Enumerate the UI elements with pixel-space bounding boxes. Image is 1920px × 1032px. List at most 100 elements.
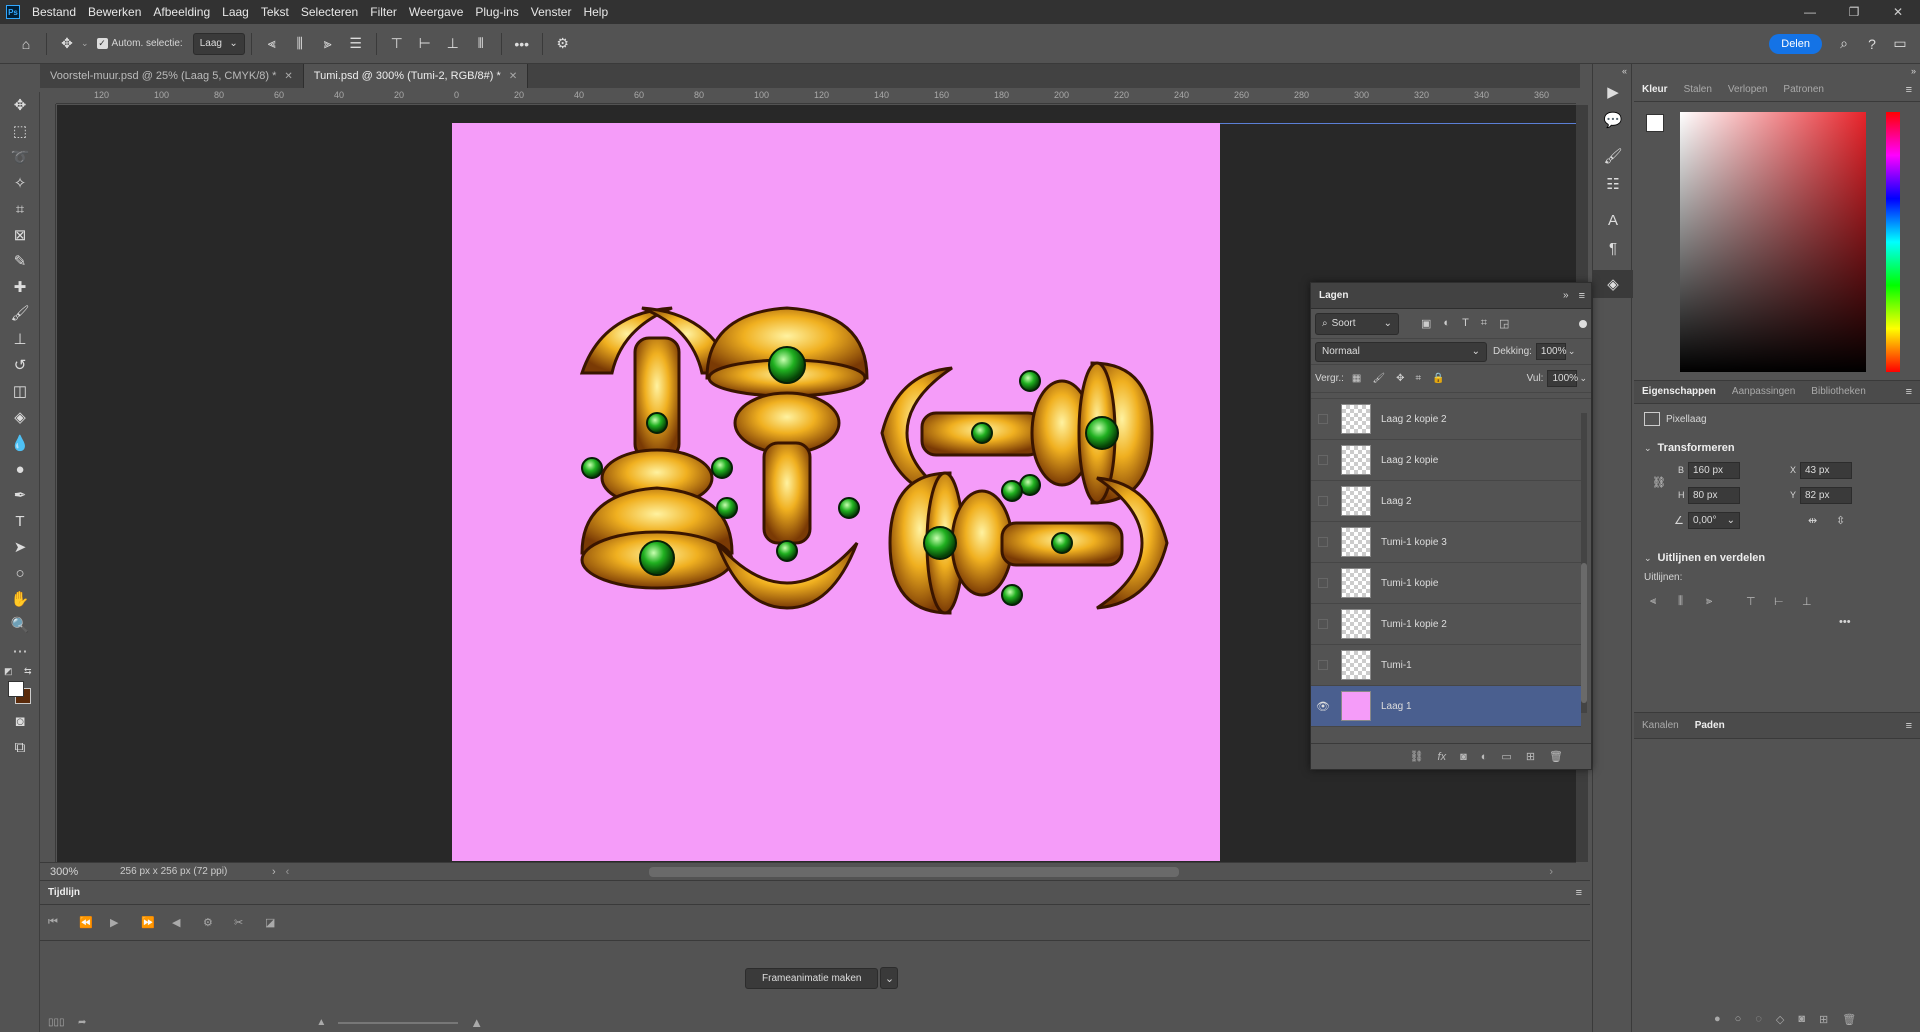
frame-tool-icon[interactable]: ⊠	[0, 222, 40, 248]
gear-icon[interactable]: ⚙	[549, 30, 577, 58]
adjustments-icon[interactable]: ☷	[1593, 170, 1633, 198]
move-tool-icon[interactable]: ✥	[53, 30, 81, 58]
filter-pixel-icon[interactable]: ▣	[1421, 317, 1431, 330]
layer-row[interactable]: Tumi-1	[1311, 645, 1581, 686]
menu-item[interactable]: Plug-ins	[469, 0, 524, 24]
settings-icon[interactable]: ⚙	[203, 916, 234, 929]
panel-tab[interactable]: Eigenschappen	[1634, 380, 1724, 404]
scroll-right-icon[interactable]: ›	[1549, 866, 1553, 878]
visibility-toggle[interactable]	[1318, 578, 1328, 588]
layer-row[interactable]: Tumi-1 kopie 3	[1311, 522, 1581, 563]
fill-field[interactable]: 100%	[1547, 370, 1578, 387]
layer-row[interactable]: Tumi-1 kopie	[1311, 563, 1581, 604]
visibility-toggle[interactable]	[1318, 496, 1328, 506]
make-path-icon[interactable]: ◇	[1776, 1013, 1784, 1026]
layer-row[interactable]: Laag 2 kopie	[1311, 440, 1581, 481]
lock-transparent-icon[interactable]: ▦	[1352, 373, 1361, 384]
panel-menu-icon[interactable]: ≡	[1906, 720, 1912, 732]
new-path-icon[interactable]: ⊞	[1819, 1013, 1828, 1026]
distribute-vertical-icon[interactable]: ⫴	[467, 30, 495, 58]
default-colors-icon[interactable]: ◩	[4, 666, 13, 677]
load-selection-icon[interactable]: ◌	[1755, 1013, 1762, 1026]
align-bottom-icon[interactable]: ⊥	[439, 30, 467, 58]
auto-select-dropdown[interactable]: Laag ⌄	[192, 32, 245, 55]
zoom-tool-icon[interactable]: 🔍	[0, 612, 40, 638]
first-frame-icon[interactable]: ⏮	[48, 916, 79, 929]
zoom-in-icon[interactable]: ▲	[470, 1015, 483, 1030]
stroke-path-icon[interactable]: ○	[1735, 1013, 1742, 1026]
share-button[interactable]: Delen	[1769, 33, 1822, 54]
lock-position-icon[interactable]: ✥	[1396, 373, 1404, 384]
filter-type-icon[interactable]: T	[1462, 317, 1469, 330]
panel-tab[interactable]: Kanalen	[1634, 714, 1687, 738]
y-field[interactable]: 82 px	[1800, 487, 1852, 504]
type-tool-icon[interactable]: T	[0, 508, 40, 534]
angle-field[interactable]: 0,00° ⌄	[1688, 512, 1740, 529]
tool-preset-chevron-icon[interactable]: ⌄	[81, 38, 89, 49]
move-tool-icon[interactable]: ✥	[0, 92, 40, 118]
prev-frame-icon[interactable]: ⏪	[79, 916, 110, 929]
collapse-icon[interactable]: »	[1563, 290, 1569, 301]
layer-filter-dropdown[interactable]: ⌕ Soort ⌄	[1315, 312, 1399, 335]
zoom-level[interactable]: 300%	[50, 866, 110, 878]
x-field[interactable]: 43 px	[1800, 462, 1852, 479]
lock-artboard-icon[interactable]: ⌗	[1415, 373, 1421, 384]
panel-menu-icon[interactable]: ≡	[1579, 290, 1585, 302]
layer-row[interactable]: Laag 2 kopie 2	[1311, 399, 1581, 440]
quick-mask-icon[interactable]: ◙	[0, 708, 40, 734]
document-tab[interactable]: Voorstel-muur.psd @ 25% (Laag 5, CMYK/8)…	[40, 64, 304, 88]
align-right-icon[interactable]: ⫸	[314, 30, 342, 58]
edit-toolbar-icon[interactable]: ⋯	[0, 638, 40, 664]
fx-icon[interactable]: fx	[1438, 751, 1447, 763]
timeline-title[interactable]: Tijdlijn	[40, 881, 88, 905]
layer-row[interactable]: Tumi-1 kopie 2	[1311, 604, 1581, 645]
pen-tool-icon[interactable]: ✒	[0, 482, 40, 508]
filter-adjustment-icon[interactable]: ◐	[1443, 317, 1450, 330]
close-icon[interactable]: ✕	[1876, 0, 1920, 24]
path-selection-tool-icon[interactable]: ➤	[0, 534, 40, 560]
panel-tab[interactable]: Stalen	[1676, 78, 1720, 102]
history-brush-tool-icon[interactable]: ↺	[0, 352, 40, 378]
blend-mode-dropdown[interactable]: Normaal ⌄	[1315, 341, 1487, 362]
menu-item[interactable]: Help	[577, 0, 614, 24]
fill-path-icon[interactable]: ●	[1714, 1013, 1721, 1026]
filter-shape-icon[interactable]: ⌗	[1481, 317, 1487, 330]
lasso-tool-icon[interactable]: ➰	[0, 144, 40, 170]
panel-tab[interactable]: Bibliotheken	[1803, 380, 1873, 404]
panel-menu-icon[interactable]: ≡	[1906, 386, 1912, 398]
magic-wand-tool-icon[interactable]: ✧	[0, 170, 40, 196]
close-tab-icon[interactable]: ✕	[509, 71, 517, 82]
align-top-icon[interactable]: ⊤	[1746, 595, 1774, 608]
link-icon[interactable]: ⛓	[1652, 476, 1666, 489]
align-middle-icon[interactable]: ⊢	[411, 30, 439, 58]
distribute-icon[interactable]: ☰	[342, 30, 370, 58]
ellipse-tool-icon[interactable]: ○	[0, 560, 40, 586]
layer-row[interactable]: 👁 Laag 1	[1311, 686, 1581, 727]
link-layers-icon[interactable]: ⛓	[1410, 750, 1424, 763]
foreground-color-swatch[interactable]	[8, 681, 24, 697]
zoom-out-icon[interactable]: ▲	[316, 1017, 326, 1028]
menu-item[interactable]: Weergave	[403, 0, 469, 24]
marquee-tool-icon[interactable]: ⬚	[0, 118, 40, 144]
convert-icon[interactable]: ➦	[78, 1017, 86, 1028]
foreground-color-swatch[interactable]	[1646, 114, 1664, 132]
menu-item[interactable]: Venster	[525, 0, 578, 24]
stamp-tool-icon[interactable]: ⊥	[0, 326, 40, 352]
new-layer-icon[interactable]: ⊞	[1526, 750, 1535, 763]
next-frame-icon[interactable]: ⏩	[141, 916, 172, 929]
opacity-field[interactable]: 100%	[1535, 343, 1566, 360]
play-action-icon[interactable]: ▶	[1593, 78, 1633, 106]
panel-tab[interactable]: Kleur	[1634, 78, 1676, 102]
document-tab[interactable]: Tumi.psd @ 300% (Tumi-2, RGB/8#) * ✕	[303, 64, 529, 88]
layers-panel-title[interactable]: Lagen	[1311, 284, 1356, 308]
width-field[interactable]: 160 px	[1688, 462, 1740, 479]
scissors-icon[interactable]: ✂	[234, 916, 265, 929]
menu-item[interactable]: Bewerken	[82, 0, 147, 24]
color-swatches[interactable]: ◩ ⇆	[0, 664, 39, 708]
align-bottom-icon[interactable]: ⊥	[1802, 595, 1830, 608]
layers-icon[interactable]: ◈	[1593, 270, 1633, 298]
layer-row[interactable]: Laag 2	[1311, 481, 1581, 522]
frame-view-icon[interactable]: ▯▯▯	[48, 1017, 78, 1028]
panel-tab[interactable]: Aanpassingen	[1724, 380, 1803, 404]
align-top-icon[interactable]: ⊤	[383, 30, 411, 58]
